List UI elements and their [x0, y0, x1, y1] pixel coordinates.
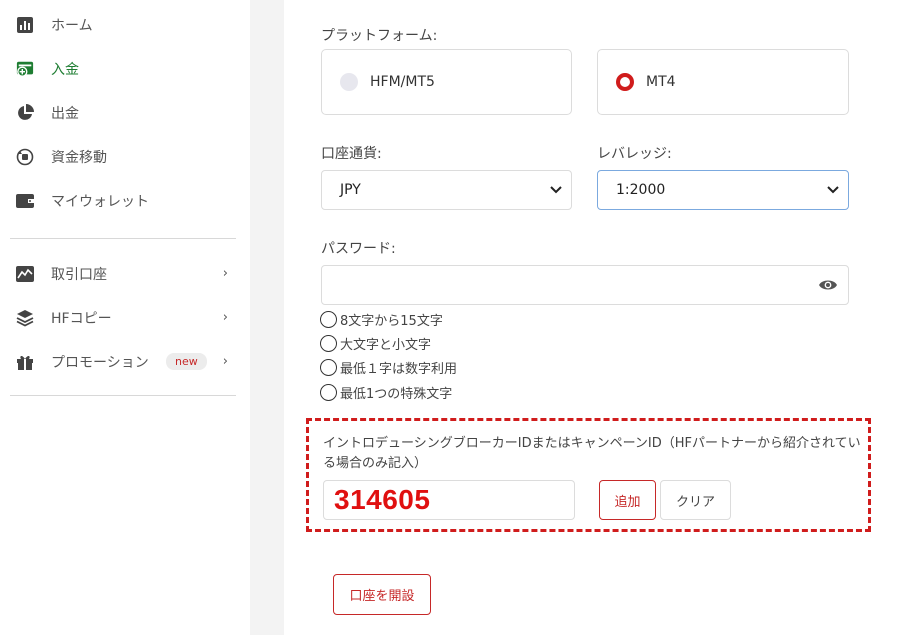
promo-code-value: 314605 — [334, 484, 431, 515]
leverage-value: 1:2000 — [616, 182, 666, 198]
pie-chart-icon — [16, 104, 34, 122]
chevron-right-icon: › — [222, 354, 228, 369]
sidebar: ホーム 入金 出金 資金移動 マイウォレット 取引口座 › HFコピー › プロ… — [0, 0, 250, 635]
password-rule: 最低1つの特殊文字 — [320, 383, 452, 402]
sidebar-item-my-wallet[interactable]: マイウォレット — [10, 184, 236, 218]
currency-value: JPY — [340, 182, 361, 198]
sidebar-item-promotions[interactable]: プロモーション new › — [10, 345, 236, 379]
sidebar-item-label: 取引口座 — [51, 267, 107, 283]
clear-button[interactable]: クリア — [660, 480, 731, 520]
chevron-down-icon — [550, 186, 562, 194]
password-input[interactable] — [321, 265, 849, 305]
sidebar-item-deposit[interactable]: 入金 — [10, 52, 236, 86]
password-rule-text: 最低1つの特殊文字 — [340, 387, 453, 402]
circle-icon — [320, 335, 337, 352]
transfer-icon — [16, 148, 34, 166]
password-rule: 8文字から15文字 — [320, 310, 443, 329]
password-rule: 最低１字は数字利用 — [320, 358, 457, 377]
circle-icon — [320, 311, 337, 328]
eye-icon[interactable] — [818, 277, 838, 297]
sidebar-item-label: ホーム — [51, 18, 93, 34]
open-account-button[interactable]: 口座を開設 — [333, 574, 431, 615]
new-badge: new — [166, 353, 207, 370]
sidebar-item-home[interactable]: ホーム — [10, 8, 236, 42]
gift-icon — [16, 353, 34, 371]
layers-icon — [16, 309, 34, 327]
promo-code-input[interactable]: 314605 — [323, 480, 575, 520]
currency-label: 口座通貨: — [321, 146, 382, 162]
platform-option-label: MT4 — [646, 74, 676, 90]
wallet-add-icon — [16, 60, 34, 78]
chevron-right-icon: › — [222, 266, 228, 281]
password-label: パスワード: — [321, 241, 396, 257]
chevron-right-icon: › — [222, 310, 228, 325]
radio-unselected-icon — [340, 73, 358, 91]
platform-option-hfm-mt5[interactable]: HFM/MT5 — [321, 49, 572, 115]
sidebar-item-label: マイウォレット — [51, 194, 149, 210]
sidebar-item-transfer[interactable]: 資金移動 — [10, 140, 236, 174]
leverage-select[interactable]: 1:2000 — [597, 170, 849, 210]
bar-chart-icon — [16, 16, 34, 34]
platform-option-label: HFM/MT5 — [370, 74, 435, 90]
sidebar-item-label: HFコピー — [51, 311, 112, 327]
sidebar-item-trading-accounts[interactable]: 取引口座 › — [10, 257, 236, 291]
platform-label: プラットフォーム: — [321, 28, 438, 44]
add-button[interactable]: 追加 — [599, 480, 656, 520]
circle-icon — [320, 384, 337, 401]
promo-code-section: イントロデューシングブローカーIDまたはキャンペーンID（HFパートナーから紹介… — [306, 418, 871, 532]
currency-select[interactable]: JPY — [321, 170, 572, 210]
sidebar-item-hf-copy[interactable]: HFコピー › — [10, 301, 236, 335]
circle-icon — [320, 359, 337, 376]
line-chart-icon — [16, 265, 34, 283]
content-gutter — [250, 0, 284, 635]
sidebar-item-label: プロモーション — [51, 355, 149, 371]
promo-code-label: イントロデューシングブローカーIDまたはキャンペーンID（HFパートナーから紹介… — [323, 436, 861, 471]
leverage-label: レバレッジ: — [597, 146, 672, 162]
sidebar-divider — [10, 395, 236, 396]
sidebar-divider — [10, 238, 236, 239]
open-account-form: プラットフォーム: HFM/MT5 MT4 口座通貨: JPY レバレッジ: 1… — [284, 0, 900, 635]
password-rule-text: 8文字から15文字 — [340, 314, 443, 329]
wallet-icon — [16, 192, 34, 210]
password-rule-text: 大文字と小文字 — [340, 338, 432, 353]
radio-selected-icon — [616, 73, 634, 91]
sidebar-item-label: 資金移動 — [51, 150, 107, 166]
sidebar-item-label: 出金 — [51, 106, 79, 122]
sidebar-item-withdraw[interactable]: 出金 — [10, 96, 236, 130]
password-rule-text: 最低１字は数字利用 — [340, 362, 458, 377]
platform-option-mt4[interactable]: MT4 — [597, 49, 849, 115]
chevron-down-icon — [827, 186, 839, 194]
sidebar-item-label: 入金 — [51, 62, 79, 78]
password-rule: 大文字と小文字 — [320, 334, 431, 353]
